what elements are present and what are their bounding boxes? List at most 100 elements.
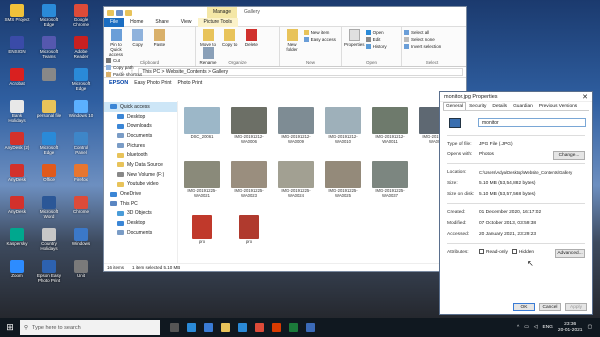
desktop-icon[interactable]: Control Panel [68, 132, 94, 155]
file-thumbnail[interactable]: IMG-20191225-WA0025 [323, 159, 363, 205]
desktop-icon[interactable]: Google Chrome [68, 4, 94, 27]
taskbar-app-icon[interactable] [204, 323, 213, 332]
desktop-icon[interactable]: Microsoft Word [36, 196, 62, 219]
new-folder-button[interactable]: New folder [282, 29, 302, 52]
ok-button[interactable]: OK [513, 303, 535, 311]
history-button[interactable]: History [365, 43, 387, 50]
apply-button[interactable]: Apply [565, 303, 587, 311]
copy-path-button[interactable]: Copy path [106, 64, 142, 71]
desktop-icon[interactable]: Epson Easy Photo Print [36, 260, 62, 283]
desktop-icon[interactable]: ENSIGN [4, 36, 30, 59]
photo-print-button[interactable]: Photo Print [178, 80, 203, 86]
properties-button[interactable]: Properties [344, 29, 365, 47]
tab-picture-tools[interactable]: Picture Tools [197, 17, 239, 27]
file-thumbnail[interactable]: IMG-20191212-WA0011 [370, 105, 410, 151]
checkbox-box[interactable] [479, 249, 484, 255]
file-thumbnail[interactable]: IMG-20191225-WA0024 [276, 159, 316, 205]
advanced-button[interactable]: Advanced... [555, 248, 585, 258]
desktop-icon[interactable]: Adobe Reader [68, 36, 94, 59]
checkbox-box[interactable] [511, 249, 517, 255]
desktop-icon[interactable]: Windows 10 [68, 100, 94, 123]
file-thumbnail[interactable]: DSC_20061 [182, 105, 222, 151]
taskbar-search[interactable]: ⚲ Type here to search [20, 320, 160, 335]
desktop-icon[interactable] [36, 68, 62, 91]
desktop-icon[interactable]: Microsoft Edge [68, 68, 94, 91]
desktop-icon[interactable]: SMS Project [4, 4, 30, 27]
nav-item[interactable]: Downloads [104, 121, 177, 131]
clock[interactable]: 23:36 20-01-2021 [558, 322, 583, 334]
invert-selection-button[interactable]: Invert selection [404, 43, 460, 50]
paste-shortcut-button[interactable]: Paste shortcut [106, 71, 142, 78]
tab-view[interactable]: View [175, 18, 198, 27]
file-thumbnail[interactable]: pro [182, 213, 222, 259]
open-button[interactable]: Open [365, 29, 387, 36]
file-name-input[interactable]: monitor [478, 118, 586, 127]
desktop-icon[interactable]: Microsoft Edge [36, 4, 62, 27]
taskbar-app-icon[interactable] [187, 323, 196, 332]
nav-item[interactable]: Quick access [104, 102, 177, 112]
new-folder-icon[interactable] [125, 9, 132, 16]
file-thumbnail[interactable]: IMG-20191212-WA0009 [276, 105, 316, 151]
chevron-up-icon[interactable]: ^ [517, 325, 519, 330]
file-thumbnail[interactable]: IMG-20191225-WA0023 [229, 159, 269, 205]
edit-button[interactable]: Edit [365, 36, 387, 43]
file-thumbnail[interactable]: IMG-20191212-WA0010 [323, 105, 363, 151]
desktop-icon[interactable]: AnyDesk [4, 164, 30, 187]
tab-file[interactable]: File [104, 17, 125, 27]
paste-button[interactable]: Paste [149, 29, 169, 47]
address-bar[interactable]: This PC > Website_Contents > Gallery [138, 68, 463, 76]
easy-access-button[interactable]: Easy access [303, 36, 336, 43]
change-button[interactable]: Change... [553, 150, 585, 160]
desktop-icon[interactable]: AnyDesk (2) [4, 132, 30, 155]
nav-item[interactable]: Pictures [104, 141, 177, 151]
easy-photo-print-button[interactable]: Easy Photo Print [134, 80, 171, 86]
move-to-button[interactable]: Move to [198, 29, 218, 47]
taskbar-app-icon[interactable] [221, 323, 230, 332]
taskbar-app-icon[interactable] [255, 323, 264, 332]
desktop-icon[interactable]: Windows [68, 228, 94, 251]
copy-to-button[interactable]: Copy to [220, 29, 240, 47]
nav-item[interactable]: Desktop [104, 218, 177, 228]
readonly-checkbox[interactable]: Read-only [479, 249, 508, 255]
taskbar-app-icon[interactable] [289, 323, 298, 332]
notification-icon[interactable]: ▢ [587, 325, 592, 330]
nav-item[interactable]: OneDrive [104, 189, 177, 199]
nav-item[interactable]: Documents [104, 228, 177, 238]
new-item-button[interactable]: New item [303, 29, 336, 36]
desktop-icon[interactable]: personal file [36, 100, 62, 123]
cancel-button[interactable]: Cancel [539, 303, 561, 311]
select-all-button[interactable]: Select all [404, 29, 460, 36]
network-icon[interactable]: ▭ [524, 325, 529, 330]
taskbar-app-icon[interactable] [306, 323, 315, 332]
desktop-icon[interactable]: Microsoft Teams [36, 36, 62, 59]
nav-item[interactable]: Desktop [104, 112, 177, 122]
desktop-icon[interactable]: Firefox [68, 164, 94, 187]
tab-home[interactable]: Home [124, 18, 149, 27]
hidden-checkbox[interactable]: Hidden [511, 249, 534, 255]
copy-button[interactable]: Copy [128, 29, 148, 47]
desktop-icon[interactable]: AnyDesk [4, 196, 30, 219]
desktop-icon[interactable]: Bank Holidays [4, 100, 30, 123]
pin-button[interactable]: Pin to Quick access [106, 29, 126, 57]
close-icon[interactable]: ✕ [578, 93, 592, 101]
volume-icon[interactable]: ◁ [534, 325, 538, 330]
file-thumbnail[interactable]: IMG-20191225-WA0037 [370, 159, 410, 205]
nav-item[interactable]: 3D Objects [104, 209, 177, 219]
nav-item[interactable]: New Volume (F:) [104, 170, 177, 180]
desktop-icon[interactable]: Office [36, 164, 62, 187]
desktop-icon[interactable]: Kaspersky [4, 228, 30, 251]
desktop-icon[interactable]: Zoom [4, 260, 30, 283]
desktop-icon[interactable]: Microsoft Edge [36, 132, 62, 155]
taskbar-app-icon[interactable] [238, 323, 247, 332]
file-thumbnail[interactable]: pro [229, 213, 269, 259]
desktop-icon[interactable]: Chrome [68, 196, 94, 219]
nav-item[interactable]: Youtube video [104, 180, 177, 190]
desktop-icon[interactable]: Country Holidays [36, 228, 62, 251]
file-thumbnail[interactable]: IMG-20191225-WA0021 [182, 159, 222, 205]
language-indicator[interactable]: ENG [543, 325, 553, 330]
select-none-button[interactable]: Select none [404, 36, 460, 43]
windows-start-icon[interactable]: ⊞ [0, 322, 20, 333]
desktop-icon[interactable]: Acrobat [4, 68, 30, 91]
save-icon[interactable] [116, 9, 123, 16]
file-thumbnail[interactable]: IMG-20191212-WA0006 [229, 105, 269, 151]
